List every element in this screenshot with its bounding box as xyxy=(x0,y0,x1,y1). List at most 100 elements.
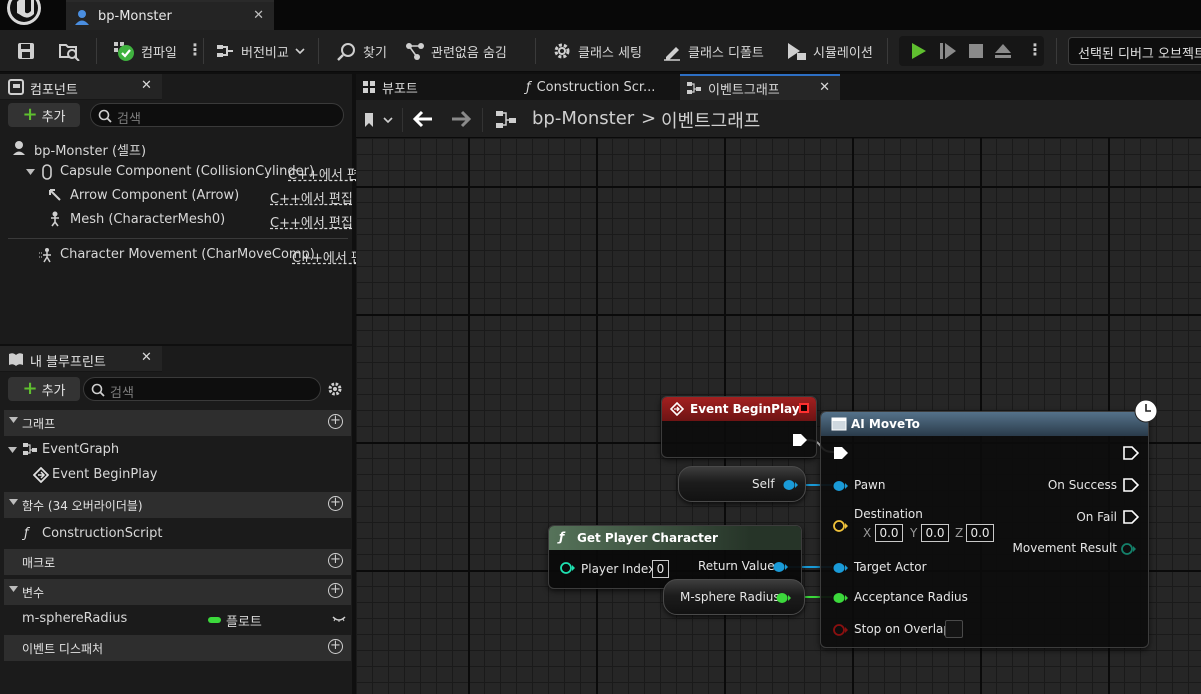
class-defaults-button[interactable]: 클래스 디폴트 xyxy=(662,40,764,62)
acceptance-radius-pin-label: Acceptance Radius xyxy=(854,590,968,604)
simulation-button[interactable]: 시뮬레이션 xyxy=(785,40,873,62)
component-item-movement[interactable]: Character Movement (CharMoveComp) C++에서 … xyxy=(0,243,363,267)
component-item-mesh[interactable]: Mesh (CharacterMesh0) C++에서 편집 xyxy=(0,208,353,232)
play-button[interactable] xyxy=(910,40,928,62)
delegate-pin-icon[interactable] xyxy=(799,403,809,413)
blueprint-class-icon xyxy=(74,9,90,25)
add-variable-icon[interactable]: + xyxy=(328,583,343,598)
bool-in-pin-icon[interactable] xyxy=(833,624,849,636)
components-tab[interactable]: 컴포넌트 ✕ xyxy=(0,74,162,100)
visibility-closed-eye-icon[interactable] xyxy=(332,615,346,623)
components-search-input[interactable]: 검색 xyxy=(90,103,344,127)
compile-options-icon[interactable]: ⋮ xyxy=(187,40,203,60)
function-icon: ƒ xyxy=(24,526,29,541)
add-graph-icon[interactable]: + xyxy=(328,414,343,429)
settings-gear-icon[interactable] xyxy=(327,381,343,397)
my-blueprint-search-input[interactable]: 검색 xyxy=(83,377,321,401)
tab-event-graph[interactable]: 이벤트그래프 ✕ xyxy=(680,74,840,100)
tab-label: 뷰포트 xyxy=(382,81,418,97)
self-reference-node[interactable]: Self xyxy=(678,466,806,502)
add-component-button[interactable]: + 추가 xyxy=(8,103,80,127)
diff-button[interactable]: 버전비교 xyxy=(215,40,305,62)
ai-moveto-node[interactable]: AI MoveTo Pawn On Success Destination X … xyxy=(820,411,1149,648)
add-member-button[interactable]: + 추가 xyxy=(8,377,80,401)
breadcrumb-root[interactable]: bp-Monster xyxy=(532,108,634,129)
save-button[interactable] xyxy=(16,40,36,62)
add-macro-icon[interactable]: + xyxy=(328,553,343,568)
find-button[interactable]: 찾기 xyxy=(337,40,387,62)
dest-z-input[interactable]: 0.0 xyxy=(966,524,994,542)
object-in-pin-icon[interactable] xyxy=(833,480,849,492)
tab-viewport[interactable]: 뷰포트 xyxy=(362,74,418,100)
debug-object-select[interactable]: 선택된 디버그 오브젝트 xyxy=(1068,37,1201,65)
bookmark-dropdown-icon[interactable] xyxy=(364,112,394,128)
edit-in-cpp-link[interactable]: C++에서 편 xyxy=(288,164,359,183)
section-variables[interactable]: 변수 + xyxy=(4,579,351,605)
player-index-input[interactable]: 0 xyxy=(652,560,669,578)
close-tab-icon[interactable]: ✕ xyxy=(141,78,152,93)
variable-item[interactable]: m-sphereRadius 플로트 xyxy=(0,607,352,631)
skeletal-mesh-icon xyxy=(51,211,59,227)
document-tab[interactable]: bp-Monster ✕ xyxy=(66,0,274,30)
my-blueprint-tab[interactable]: 내 블루프린트 ✕ xyxy=(0,346,162,372)
graph-item-beginplay[interactable]: Event BeginPlay xyxy=(0,463,352,487)
graph-item-eventgraph[interactable]: EventGraph xyxy=(0,438,352,462)
forward-arrow-icon[interactable] xyxy=(450,110,472,128)
close-tab-icon[interactable]: ✕ xyxy=(253,8,264,23)
variable-type[interactable]: 플로트 xyxy=(226,611,262,630)
exec-out-pin-icon[interactable] xyxy=(792,433,808,447)
add-dispatcher-icon[interactable]: + xyxy=(328,639,343,654)
dest-y-input[interactable]: 0.0 xyxy=(921,524,949,542)
eject-button[interactable] xyxy=(994,40,1012,62)
tab-construction-script[interactable]: ƒ Construction Scr... xyxy=(526,74,655,100)
object-out-pin-icon[interactable] xyxy=(773,561,789,573)
component-label: bp-Monster (셀프) xyxy=(34,144,147,159)
m-sphere-radius-node[interactable]: M-sphere Radius xyxy=(663,579,805,615)
node-title: AI MoveTo xyxy=(851,417,920,431)
stop-on-overlap-pin-label: Stop on Overlap xyxy=(854,622,952,636)
section-label: 그래프 xyxy=(22,417,56,431)
float-out-pin-icon[interactable] xyxy=(776,592,792,604)
edit-in-cpp-link[interactable]: C++에서 편집 xyxy=(270,188,353,207)
add-function-icon[interactable]: + xyxy=(328,496,343,511)
browse-button[interactable] xyxy=(58,40,80,62)
on-success-pin-label: On Success xyxy=(1047,478,1117,492)
close-tab-icon[interactable]: ✕ xyxy=(141,350,152,365)
exec-out-pin-icon[interactable] xyxy=(1123,446,1139,460)
exec-out-pin-icon[interactable] xyxy=(1123,478,1139,492)
on-fail-pin-label: On Fail xyxy=(1076,510,1117,524)
exec-in-pin-icon[interactable] xyxy=(833,446,849,460)
close-tab-icon[interactable]: ✕ xyxy=(819,80,830,95)
event-beginplay-node[interactable]: Event BeginPlay xyxy=(661,396,817,458)
vector-in-pin-icon[interactable] xyxy=(833,519,849,533)
dest-x-input[interactable]: 0.0 xyxy=(875,524,903,542)
stop-button[interactable] xyxy=(968,40,984,62)
function-item-constructionscript[interactable]: ƒ ConstructionScript xyxy=(0,522,352,546)
back-arrow-icon[interactable] xyxy=(412,110,434,128)
event-graph-canvas[interactable]: Event BeginPlay Self ƒ Get Player Charac… xyxy=(356,138,1201,694)
section-event-dispatchers[interactable]: 이벤트 디스패처 + xyxy=(4,635,351,661)
stop-on-overlap-checkbox[interactable] xyxy=(945,620,963,638)
section-macros[interactable]: 매크로 + xyxy=(4,549,351,575)
self-label: Self xyxy=(752,477,775,491)
section-graphs[interactable]: 그래프 + xyxy=(4,410,351,436)
edit-in-cpp-link[interactable]: C++에서 편집 xyxy=(270,212,353,231)
advance-frame-button[interactable] xyxy=(939,40,957,62)
unreal-logo-icon[interactable] xyxy=(4,0,48,25)
compile-button[interactable]: 컴파일 xyxy=(113,40,177,62)
components-panel: 컴포넌트 ✕ + 추가 검색 bp-Monster (셀프) Capsule Co… xyxy=(0,74,363,344)
edit-in-cpp-link[interactable]: C++에서 편 xyxy=(292,247,363,266)
object-out-pin-icon[interactable] xyxy=(783,479,799,491)
component-item-self[interactable]: bp-Monster (셀프) xyxy=(0,136,352,160)
enum-out-pin-icon[interactable] xyxy=(1121,542,1137,556)
section-functions[interactable]: 함수 (34 오버라이더블) + xyxy=(4,492,351,518)
class-settings-button[interactable]: 클래스 세팅 xyxy=(552,40,642,62)
exec-out-pin-icon[interactable] xyxy=(1123,510,1139,524)
object-in-pin-icon[interactable] xyxy=(833,562,849,574)
component-item-capsule[interactable]: Capsule Component (CollisionCylinder) C+… xyxy=(0,160,359,184)
int-pin-icon[interactable] xyxy=(560,561,576,575)
play-options-icon[interactable]: ⋮ xyxy=(1027,40,1043,60)
component-item-arrow[interactable]: Arrow Component (Arrow) C++에서 편집 xyxy=(0,184,353,208)
float-in-pin-icon[interactable] xyxy=(833,592,849,604)
hide-unrelated-button[interactable]: 관련없음 숨김 xyxy=(405,40,507,62)
